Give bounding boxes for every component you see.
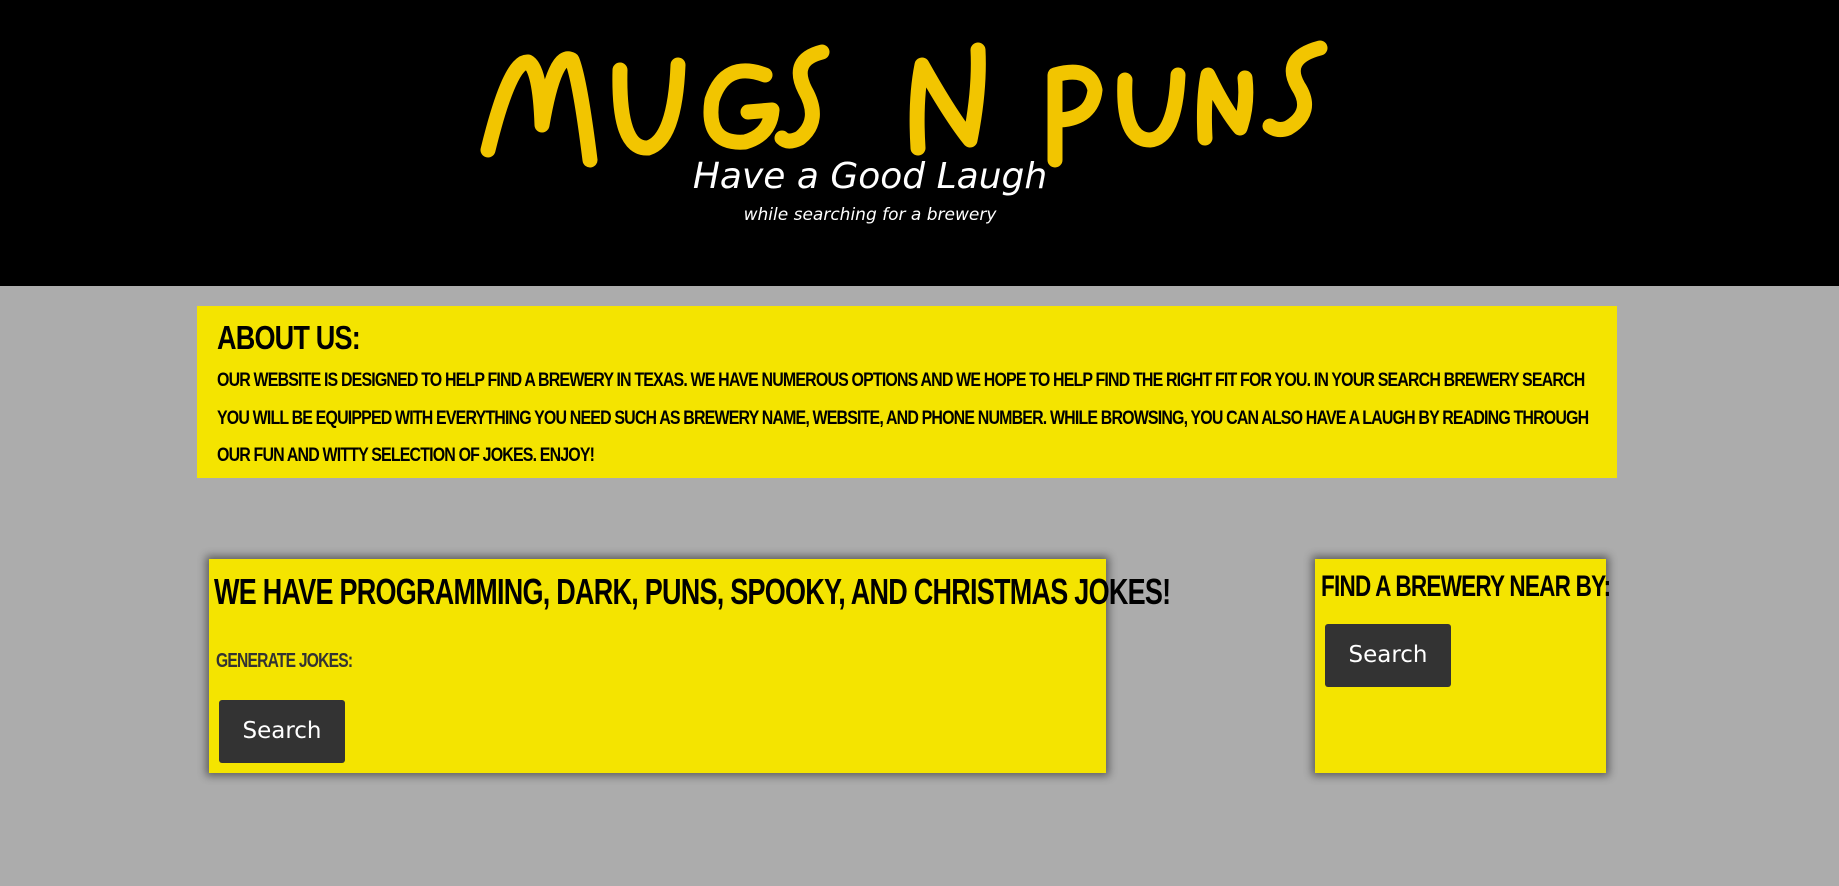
site-header: Have a Good Laugh while searching for a …: [0, 0, 1839, 286]
logo-tagline: Have a Good Laugh: [693, 156, 1047, 197]
brewery-card-title: Find a brewery near by:: [1321, 570, 1611, 603]
jokes-card-title: We have Programming, Dark, Puns, Spooky,…: [214, 571, 1171, 612]
jokes-card: We have Programming, Dark, Puns, Spooky,…: [209, 559, 1171, 773]
generate-jokes-label: Generate Jokes:: [216, 650, 353, 672]
mugs-n-puns-logo: Have a Good Laugh while searching for a …: [480, 40, 1328, 225]
logo-subtagline: while searching for a brewery: [744, 205, 998, 225]
find-brewery-search-button[interactable]: Search: [1325, 624, 1451, 687]
about-us-section: About Us: Our website is designed to hel…: [197, 306, 1617, 478]
generate-jokes-search-button[interactable]: Search: [219, 700, 345, 763]
about-us-text: Our website is designed to help find a b…: [217, 370, 1589, 466]
about-us-heading: About Us:: [217, 319, 361, 356]
brewery-card: Find a brewery near by: Search: [1315, 559, 1611, 773]
